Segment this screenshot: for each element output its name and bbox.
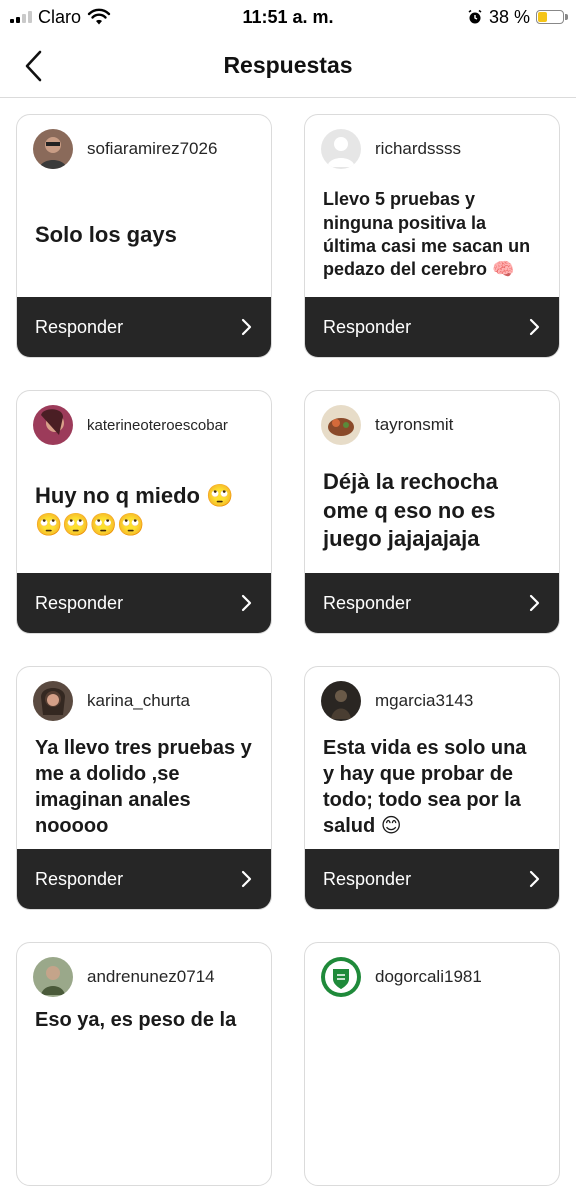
- responses-grid: sofiaramirez7026 Solo los gays Responder…: [16, 114, 560, 1186]
- reply-button[interactable]: Responder: [305, 849, 559, 909]
- avatar[interactable]: [33, 129, 73, 169]
- response-card: dogorcali1981: [304, 942, 560, 1186]
- chevron-right-icon: [529, 870, 541, 888]
- reply-button[interactable]: Responder: [17, 297, 271, 357]
- card-header: katerineoteroescobar: [17, 391, 271, 445]
- chevron-right-icon: [529, 594, 541, 612]
- response-text: Esta vida es solo una y hay que probar d…: [323, 737, 527, 837]
- avatar[interactable]: [321, 681, 361, 721]
- username[interactable]: katerineoteroescobar: [87, 417, 228, 434]
- response-card: andrenunez0714 Eso ya, es peso de la: [16, 942, 272, 1186]
- response-card: tayronsmit Déjà la rechocha ome q eso no…: [304, 390, 560, 634]
- card-header: dogorcali1981: [305, 943, 559, 997]
- status-bar: Claro 11:51 a. m. 38 %: [0, 0, 576, 34]
- username[interactable]: richardssss: [375, 139, 461, 159]
- response-card: mgarcia3143 Esta vida es solo una y hay …: [304, 666, 560, 910]
- reply-label: Responder: [35, 592, 124, 613]
- response-card: katerineoteroescobar Huy no q miedo 🙄🙄🙄🙄…: [16, 390, 272, 634]
- card-header: mgarcia3143: [305, 667, 559, 721]
- page-title: Respuestas: [223, 52, 353, 78]
- club-crest-icon: [325, 961, 357, 993]
- response-card: sofiaramirez7026 Solo los gays Responder: [16, 114, 272, 358]
- avatar[interactable]: [321, 405, 361, 445]
- battery-percent: 38 %: [488, 6, 530, 27]
- response-card: karina_churta Ya llevo tres pruebas y me…: [16, 666, 272, 910]
- reply-button[interactable]: Responder: [17, 849, 271, 909]
- avatar[interactable]: [33, 681, 73, 721]
- response-text: Llevo 5 pruebas y ninguna positiva la úl…: [323, 189, 531, 280]
- reply-label: Responder: [323, 592, 412, 613]
- response-text: Déjà la rechocha ome q eso no es juego j…: [323, 469, 498, 552]
- username[interactable]: sofiaramirez7026: [87, 139, 217, 159]
- card-header: andrenunez0714: [17, 943, 271, 997]
- response-text: Solo los gays: [35, 221, 177, 247]
- reply-label: Responder: [323, 868, 412, 889]
- status-left: Claro: [10, 7, 111, 28]
- username[interactable]: mgarcia3143: [375, 691, 473, 711]
- response-text: Eso ya, es peso de la: [35, 1009, 237, 1031]
- reply-label: Responder: [323, 316, 412, 337]
- response-card: richardssss Llevo 5 pruebas y ninguna po…: [304, 114, 560, 358]
- battery-icon: [536, 10, 568, 24]
- default-avatar-icon: [327, 137, 355, 167]
- avatar[interactable]: [321, 129, 361, 169]
- header: Respuestas: [0, 34, 576, 98]
- reply-label: Responder: [35, 868, 124, 889]
- avatar[interactable]: [33, 405, 73, 445]
- chevron-right-icon: [241, 318, 253, 336]
- card-header: richardssss: [305, 115, 559, 169]
- avatar[interactable]: [321, 957, 361, 997]
- username[interactable]: tayronsmit: [375, 415, 453, 435]
- signal-icon: [10, 11, 32, 23]
- response-text: Huy no q miedo 🙄🙄🙄🙄🙄: [35, 483, 234, 537]
- chevron-right-icon: [241, 594, 253, 612]
- battery-fill: [538, 12, 548, 22]
- avatar[interactable]: [33, 957, 73, 997]
- response-text: Ya llevo tres pruebas y me a dolido ,se …: [35, 737, 252, 837]
- alarm-icon: [468, 9, 482, 24]
- card-header: sofiaramirez7026: [17, 115, 271, 169]
- chevron-left-icon: [25, 50, 42, 82]
- carrier-label: Claro: [38, 6, 82, 27]
- response-text: [305, 997, 559, 1125]
- card-header: karina_churta: [17, 667, 271, 721]
- reply-button[interactable]: Responder: [17, 573, 271, 633]
- card-header: tayronsmit: [305, 391, 559, 445]
- back-button[interactable]: [14, 46, 54, 86]
- username[interactable]: karina_churta: [87, 691, 190, 711]
- chevron-right-icon: [529, 318, 541, 336]
- status-right: 38 %: [467, 6, 568, 28]
- reply-label: Responder: [35, 316, 124, 337]
- username[interactable]: dogorcali1981: [375, 967, 482, 987]
- reply-button[interactable]: Responder: [305, 297, 559, 357]
- reply-button[interactable]: Responder: [305, 573, 559, 633]
- chevron-right-icon: [241, 870, 253, 888]
- username[interactable]: andrenunez0714: [87, 967, 215, 987]
- wifi-icon: [87, 8, 111, 25]
